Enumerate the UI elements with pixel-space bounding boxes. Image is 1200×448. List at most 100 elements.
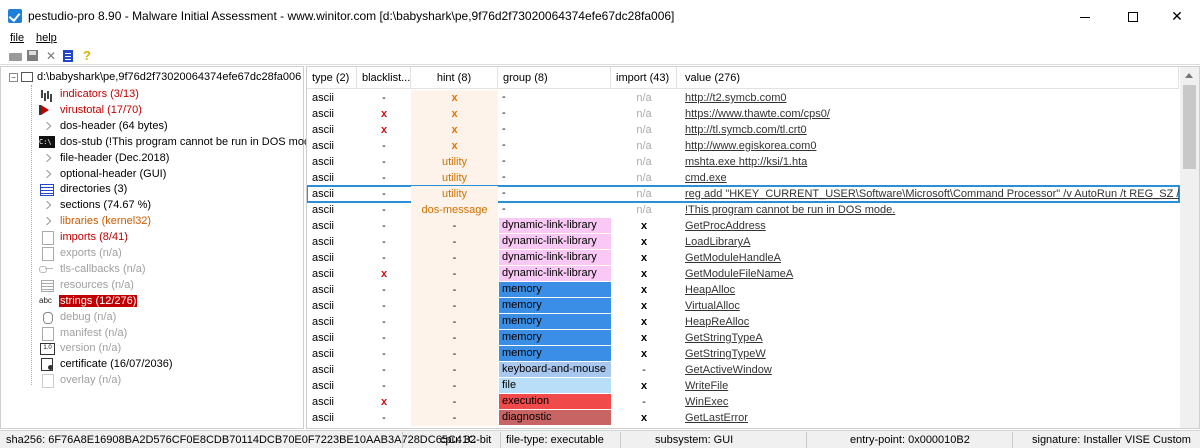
tree-item[interactable]: resources (n/a) — [39, 277, 135, 293]
tree-item[interactable]: manifest (n/a) — [39, 325, 128, 341]
cell-value[interactable]: GetStringTypeW — [685, 346, 1179, 362]
column-header-blacklist[interactable]: blacklist... — [357, 67, 411, 89]
tree-item[interactable]: optional-header (GUI) — [39, 166, 167, 182]
close-button[interactable]: ✕ — [1154, 0, 1200, 32]
table-row[interactable]: ascii x - execution - WinExec — [307, 394, 1179, 410]
file-icon — [21, 72, 33, 83]
tree-item[interactable]: libraries (kernel32) — [39, 213, 152, 229]
table-row[interactable]: ascii - utility - n/a reg add "HKEY_CURRENT_U… — [307, 185, 1180, 203]
list-icon[interactable] — [62, 49, 76, 63]
tree-root-label: d:\babyshark\pe,9f76d2f73020064374efe67d… — [37, 71, 302, 84]
table-row[interactable]: ascii - - memory x GetStringTypeW — [307, 346, 1179, 362]
table-row[interactable]: ascii - dos-message - n/a !This program canno… — [307, 202, 1179, 218]
table-row[interactable]: ascii x x - n/a http://tl.symcb.com/tl.crt0 — [307, 122, 1179, 138]
table-row[interactable]: ascii x - dynamic-link-library x GetModuleFil… — [307, 266, 1179, 282]
column-header-import[interactable]: import (43) — [611, 67, 677, 89]
cell-import: n/a — [636, 188, 652, 200]
scrollbar-thumb[interactable] — [1183, 85, 1196, 169]
table-row[interactable]: ascii - - keyboard-and-mouse - GetActiveWindo… — [307, 362, 1179, 378]
cell-value[interactable]: reg add "HKEY_CURRENT_USER\Software\Micr… — [685, 186, 1179, 202]
arrow-icon — [39, 215, 55, 227]
cell-blacklist: x — [380, 108, 388, 120]
cell-hint: - — [411, 266, 498, 282]
table-row[interactable]: ascii - - diagnostic x GetLastError — [307, 410, 1179, 426]
cell-value[interactable]: http://tl.symcb.com/tl.crt0 — [685, 122, 1179, 138]
cell-value[interactable]: GetProcAddress — [685, 218, 1179, 234]
cell-value[interactable]: LoadLibraryA — [685, 234, 1179, 250]
tree-item[interactable]: virustotal (17/70) — [39, 102, 143, 118]
status-sha256: sha256: 6F76A8E16908BA2D576CF0E8CDB70114… — [6, 434, 477, 446]
cell-value[interactable]: VirtualAlloc — [685, 298, 1179, 314]
table-row[interactable]: ascii - - file x WriteFile — [307, 378, 1179, 394]
cell-hint: - — [411, 378, 498, 394]
table-row[interactable]: ascii - x - n/a http://t2.symcb.com0 — [307, 90, 1179, 106]
cell-value[interactable]: https://www.thawte.com/cps0/ — [685, 106, 1179, 122]
column-header-type[interactable]: type (2) — [307, 67, 357, 89]
column-header-group[interactable]: group (8) — [498, 67, 611, 89]
menu-file[interactable]: file — [10, 32, 24, 44]
vertical-scrollbar[interactable] — [1180, 67, 1199, 428]
table-row[interactable]: ascii - - dynamic-link-library x GetProcAddre… — [307, 218, 1179, 234]
group-label: - — [502, 139, 506, 151]
help-icon[interactable]: ? — [80, 49, 94, 63]
cell-value[interactable]: WriteFile — [685, 378, 1179, 394]
tree-item[interactable]: imports (8/41) — [39, 229, 129, 246]
cell-value[interactable]: GetActiveWindow — [685, 362, 1179, 378]
table-row[interactable]: ascii - - dynamic-link-library x LoadLibraryA — [307, 234, 1179, 250]
cell-value[interactable]: cmd.exe — [685, 170, 1179, 186]
maximize-button[interactable] — [1110, 0, 1156, 32]
tree-item[interactable]: dos-header (64 bytes) — [39, 118, 169, 134]
tree-item[interactable]: strings (12/276) — [39, 293, 138, 309]
cell-import: n/a — [636, 140, 652, 152]
cell-value[interactable]: HeapReAlloc — [685, 314, 1179, 330]
tree-item[interactable]: exports (n/a) — [39, 245, 123, 262]
cell-value[interactable]: GetStringTypeA — [685, 330, 1179, 346]
cell-value[interactable]: GetModuleFileNameA — [685, 266, 1179, 282]
cell-value[interactable]: GetLastError — [685, 410, 1179, 426]
cell-value[interactable]: http://t2.symcb.com0 — [685, 90, 1179, 106]
minimize-button[interactable] — [1062, 0, 1108, 32]
column-header-value[interactable]: value (276) — [677, 67, 1179, 89]
table-row[interactable]: ascii - utility - n/a mshta.exe http://ksi/1.… — [307, 154, 1179, 170]
tree-item[interactable]: directories (3) — [39, 181, 128, 197]
cell-value[interactable]: GetModuleHandleA — [685, 250, 1179, 266]
table-row[interactable]: ascii - - memory x HeapAlloc — [307, 282, 1179, 298]
tree-item[interactable]: overlay (n/a) — [39, 372, 122, 389]
save-icon[interactable] — [26, 49, 40, 63]
table-row[interactable]: ascii - - memory x VirtualAlloc — [307, 298, 1179, 314]
cell-value[interactable]: http://www.egiskorea.com0 — [685, 138, 1179, 154]
cell-group: diagnostic — [498, 410, 611, 426]
group-label: - — [502, 203, 506, 215]
open-folder-icon[interactable] — [9, 49, 23, 63]
tree-item[interactable]: dos-stub (!This program cannot be run in… — [39, 134, 324, 150]
cut-icon[interactable]: ✕ — [44, 49, 58, 63]
group-label: keyboard-and-mouse — [499, 362, 611, 377]
table-row[interactable]: ascii - - memory x HeapReAlloc — [307, 314, 1179, 330]
table-row[interactable]: ascii - - memory x GetStringTypeA — [307, 330, 1179, 346]
tree-item[interactable]: tls-callbacks (n/a) — [39, 261, 147, 277]
scroll-up-icon[interactable] — [1185, 73, 1193, 78]
tree-item[interactable]: file-header (Dec.2018) — [39, 150, 170, 166]
tree-item[interactable]: indicators (3/13) — [39, 86, 140, 102]
tree-item[interactable]: version (n/a) — [39, 340, 122, 356]
arrow-icon — [39, 199, 55, 211]
tree-root[interactable]: − d:\babyshark\pe,9f76d2f73020064374efe67… — [9, 71, 301, 85]
collapse-icon[interactable]: − — [9, 72, 18, 82]
tree-item[interactable]: sections (74.67 %) — [39, 197, 152, 213]
cell-type: ascii — [312, 140, 335, 152]
table-row[interactable]: ascii - x - n/a http://www.egiskorea.com0 — [307, 138, 1179, 154]
cell-blacklist: x — [380, 124, 388, 136]
column-header-hint[interactable]: hint (8) — [411, 67, 498, 89]
cell-value[interactable]: WinExec — [685, 394, 1179, 410]
tree-item[interactable]: certificate (16/07/2036) — [39, 356, 174, 372]
cell-value[interactable]: !This program cannot be run in DOS mode. — [685, 202, 1179, 218]
cell-value[interactable]: mshta.exe http://ksi/1.hta — [685, 154, 1179, 170]
cell-hint: - — [411, 282, 498, 298]
table-row[interactable]: ascii - - dynamic-link-library x GetModuleHan… — [307, 250, 1179, 266]
cell-value[interactable]: HeapAlloc — [685, 282, 1179, 298]
tree-item-label: libraries (kernel32) — [60, 215, 152, 228]
menu-help[interactable]: help — [36, 32, 57, 44]
tree-item[interactable]: debug (n/a) — [39, 309, 117, 325]
table-row[interactable]: ascii x x - n/a https://www.thawte.com/cps0/ — [307, 106, 1179, 122]
table-row[interactable]: ascii - utility - n/a cmd.exe — [307, 170, 1179, 186]
